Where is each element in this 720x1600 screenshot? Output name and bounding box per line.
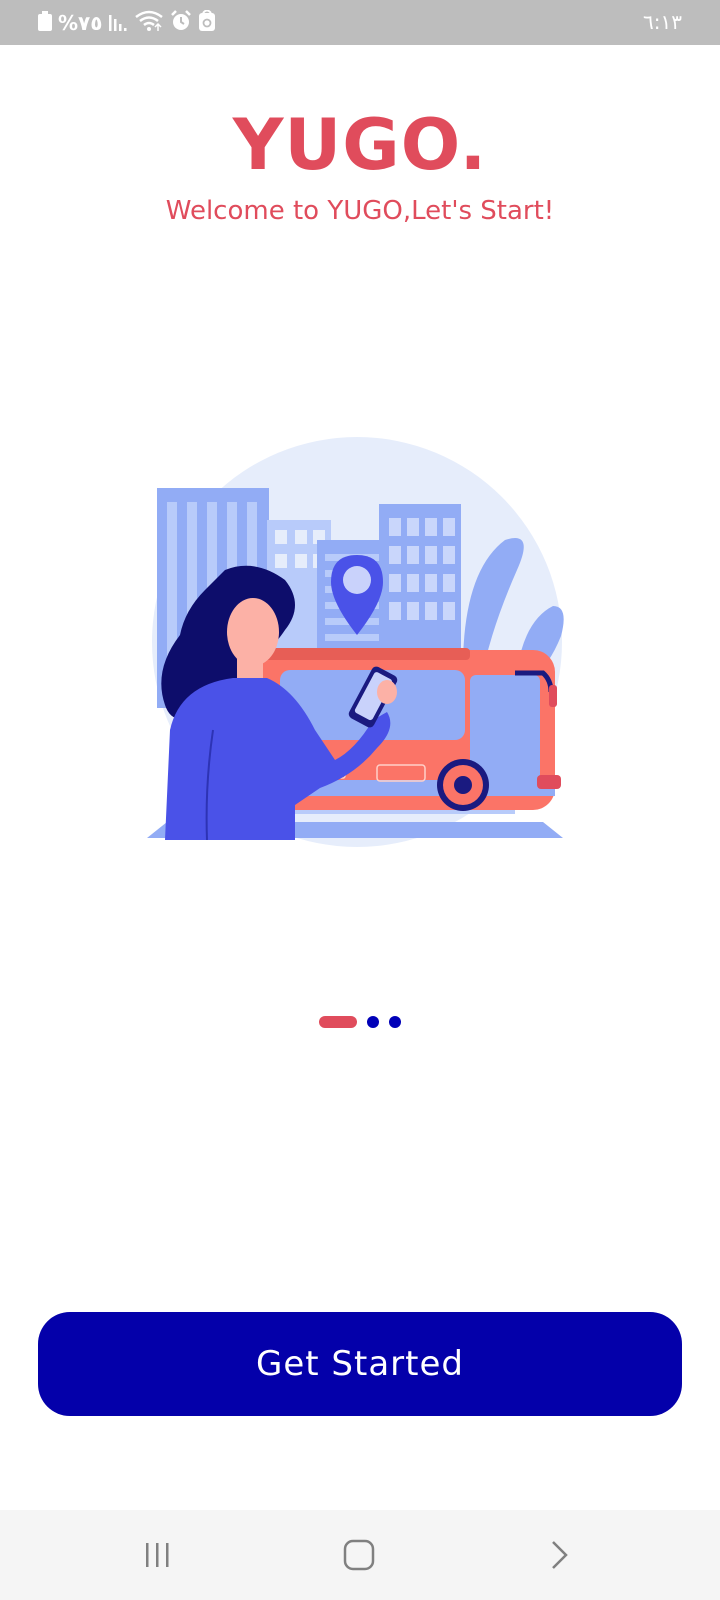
page-dot[interactable] [367, 1016, 379, 1028]
page-indicator [0, 1016, 720, 1028]
battery-percent: %٧٥ [58, 11, 103, 35]
welcome-subtitle: Welcome to YUGO,Let's Start! [165, 196, 555, 226]
alarm-icon [170, 10, 192, 36]
get-started-button[interactable]: Get Started [38, 1312, 682, 1416]
page-dot-active[interactable] [319, 1016, 357, 1028]
system-nav-bar [0, 1510, 720, 1600]
back-icon[interactable] [535, 1531, 583, 1579]
signal-icon [108, 11, 128, 35]
app-title: YUGO. [232, 104, 488, 186]
status-indicators: %٧٥ [38, 9, 216, 36]
app-notification-icon [198, 9, 216, 36]
onboarding-illustration [145, 430, 575, 860]
status-time: ٦:١٣ [643, 10, 682, 34]
wifi-icon [134, 10, 164, 36]
page-dot[interactable] [389, 1016, 401, 1028]
recent-apps-icon[interactable] [133, 1531, 181, 1579]
status-bar: %٧٥ ٦:١٣ [0, 0, 720, 45]
battery-icon [38, 11, 52, 35]
woman-bus-city-illustration [147, 437, 564, 847]
home-icon[interactable] [335, 1531, 383, 1579]
